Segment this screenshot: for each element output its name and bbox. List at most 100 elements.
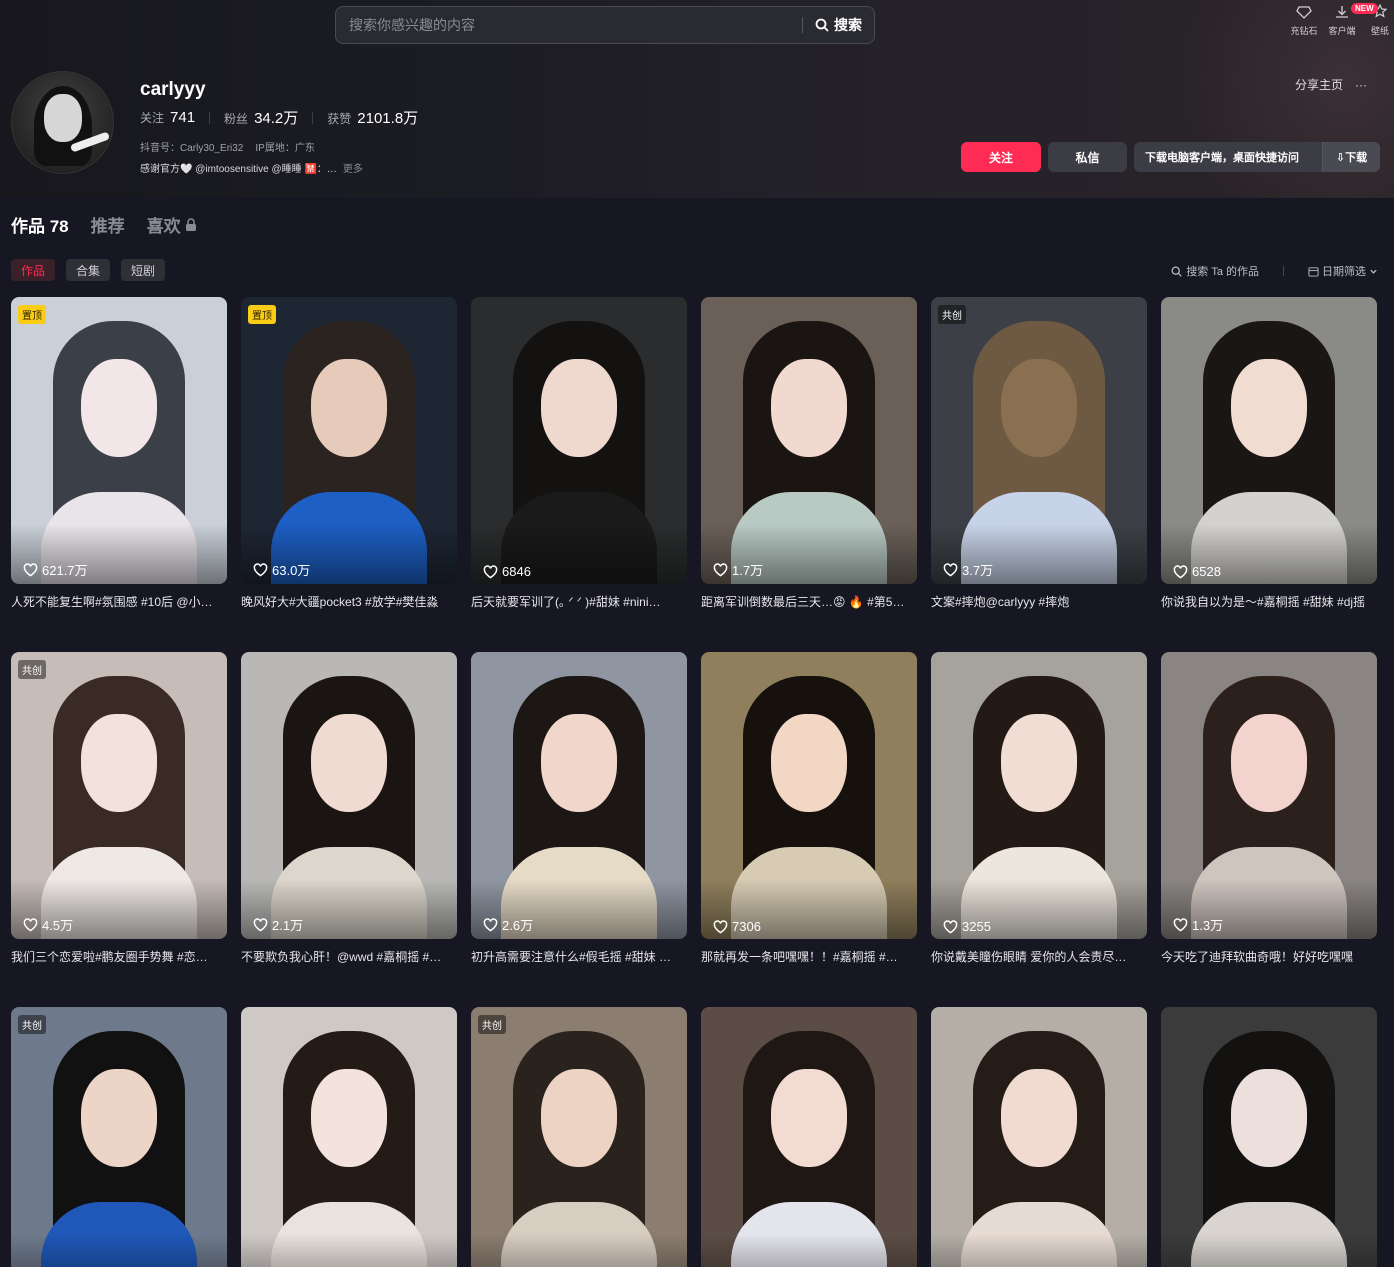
video-card[interactable]: 共创 5.2万 #鱼子摇3 #双人转场: [471, 1007, 687, 1267]
fans-count: 34.2万: [254, 110, 299, 127]
video-card[interactable]: 共创 4.5万 我们三个恋爱啦#鹏友圈手势舞 #恋…: [11, 652, 227, 965]
heart-icon: [1173, 917, 1188, 931]
video-card[interactable]: 3255 你说戴美瞳伤眼睛 爱你的人会责尽…: [931, 652, 1147, 965]
top-nav-label: 充钻石: [1290, 26, 1318, 36]
video-caption[interactable]: 你说戴美瞳伤眼睛 爱你的人会责尽…: [931, 948, 1147, 965]
chevron-down-icon: [1370, 269, 1377, 274]
video-thumbnail[interactable]: 1.7万: [701, 297, 917, 584]
video-card[interactable]: 6846 后天就要军训了(｡ ᐟ ᐟ )#甜妹 #nini…: [471, 297, 687, 610]
top-nav: 充钻石 客户端 壁纸: [1290, 4, 1394, 37]
video-thumbnail[interactable]: 2.1万: [241, 652, 457, 939]
video-caption[interactable]: 今天吃了迪拜软曲奇哦！好好吃嘿嘿: [1161, 948, 1377, 965]
search-input[interactable]: [336, 7, 802, 43]
video-likes: 63.0万: [253, 560, 310, 579]
date-filter-button[interactable]: 日期筛选: [1308, 263, 1378, 279]
video-likes-count: 621.7万: [42, 563, 88, 578]
video-card[interactable]: 9.9万 我不仅不乖 还死性不改#卡点 #可啦…: [241, 1007, 457, 1267]
tab-works[interactable]: 作品 78: [11, 212, 69, 237]
fans-stat[interactable]: 粉丝 34.2万: [224, 107, 298, 128]
more-icon[interactable]: ···: [1355, 78, 1367, 92]
video-card[interactable]: 共创 3.7万 文案#摔炮@carlyyy #摔炮: [931, 297, 1147, 610]
profile-stats: 关注 741 粉丝 34.2万 获赞 2101.8万: [140, 107, 418, 128]
tab-likes[interactable]: 喜欢: [147, 212, 197, 237]
video-card[interactable]: 共创 1.5万 重新穿上校服还可以看到你眉眼弯弯…: [11, 1007, 227, 1267]
video-likes-count: 1.7万: [732, 563, 764, 578]
video-card[interactable]: 置顶 621.7万 人死不能复生啊#氛围感 #10后 @小…: [11, 297, 227, 610]
search-icon: [815, 18, 829, 32]
video-likes: 2.6万: [483, 915, 533, 934]
video-thumbnail[interactable]: 置顶 63.0万: [241, 297, 457, 584]
diamond-icon: [1296, 6, 1312, 19]
avatar[interactable]: [11, 71, 114, 174]
video-thumbnail[interactable]: 6846: [471, 297, 687, 584]
video-likes: 2.1万: [253, 915, 303, 934]
video-thumbnail[interactable]: 9858: [931, 1007, 1147, 1267]
tab-recommend[interactable]: 推荐: [91, 212, 125, 237]
following-stat[interactable]: 关注 741: [140, 109, 195, 126]
video-card[interactable]: 5429 赶上末班车了…#今天长这样: [1161, 1007, 1377, 1267]
fans-label: 粉丝: [224, 112, 249, 126]
video-thumbnail[interactable]: 共创 3.7万: [931, 297, 1147, 584]
profile-bio: 感谢官方🤍 @imtoosensitive @睡睡 🈲：… 更多: [140, 160, 363, 175]
chip-works[interactable]: 作品: [11, 259, 56, 281]
video-likes: 7306: [713, 919, 761, 934]
video-card[interactable]: 2.1万 不要欺负我心肝！@wwd #嘉桐摇 #…: [241, 652, 457, 965]
video-caption[interactable]: 那就再发一条吧嘿嘿！！#嘉桐摇 #…: [701, 948, 917, 965]
chip-collections[interactable]: 合集: [66, 259, 111, 281]
video-thumbnail[interactable]: 置顶 621.7万: [11, 297, 227, 584]
video-thumbnail[interactable]: 共创 5.2万: [471, 1007, 687, 1267]
video-likes: 6846: [483, 564, 531, 579]
video-card[interactable]: 9858 呦呦呦！#甜妹 #手势舞 #宫蝶睡衣#…: [931, 1007, 1147, 1267]
video-card[interactable]: 1.3万 今天吃了迪拜软曲奇哦！好好吃嘿嘿: [1161, 652, 1377, 965]
video-thumbnail[interactable]: 1.3万: [1161, 652, 1377, 939]
video-thumbnail[interactable]: 共创 4.5万: [11, 652, 227, 939]
heart-icon: [713, 562, 728, 576]
search-works-button[interactable]: 搜索 Ta 的作品: [1171, 263, 1259, 279]
profile-name: carlyyy: [140, 79, 206, 100]
follow-button[interactable]: 关注: [961, 142, 1041, 172]
video-caption[interactable]: 我们三个恋爱啦#鹏友圈手势舞 #恋…: [11, 948, 227, 965]
video-likes-count: 6528: [1192, 564, 1221, 579]
video-caption[interactable]: 距离军训倒数最后三天…😡 🔥 #第5…: [701, 593, 917, 610]
video-card[interactable]: 1.7万 距离军训倒数最后三天…😡 🔥 #第5…: [701, 297, 917, 610]
new-badge: NEW: [1351, 3, 1378, 14]
video-card[interactable]: 2.6万 初升高需要注意什么#假毛摇 #甜妹 …: [471, 652, 687, 965]
video-card[interactable]: 7306 那就再发一条吧嘿嘿！！#嘉桐摇 #…: [701, 652, 917, 965]
bio-more-link[interactable]: 更多: [343, 160, 363, 175]
heart-icon: [1173, 564, 1188, 578]
video-thumbnail[interactable]: 7306: [701, 652, 917, 939]
video-likes: 3.7万: [943, 560, 993, 579]
chip-short-drama[interactable]: 短剧: [121, 259, 166, 281]
video-card[interactable]: 置顶 63.0万 晚风好大#大疆pocket3 #放学#樊佳淼: [241, 297, 457, 610]
download-icon: [1336, 6, 1348, 18]
video-caption[interactable]: 后天就要军训了(｡ ᐟ ᐟ )#甜妹 #nini…: [471, 593, 687, 610]
video-thumbnail[interactable]: 共创 1.5万: [11, 1007, 227, 1267]
video-card[interactable]: 6528 你说我自以为是～#嘉桐摇 #甜妹 #dj摇: [1161, 297, 1377, 610]
search-button-label: 搜索: [834, 17, 862, 33]
download-button[interactable]: ⇩下载: [1322, 142, 1380, 172]
download-client-button[interactable]: 下载电脑客户端，桌面快捷访问 ⇩下载: [1134, 142, 1380, 172]
video-card[interactable]: 6084 今天戴了个美瞳hh…感觉有点大😵‍💫 #…: [701, 1007, 917, 1267]
video-caption[interactable]: 不要欺负我心肝！@wwd #嘉桐摇 #…: [241, 948, 457, 965]
video-caption[interactable]: 你说我自以为是～#嘉桐摇 #甜妹 #dj摇: [1161, 593, 1377, 610]
top-nav-diamond[interactable]: 充钻石: [1290, 4, 1318, 37]
pinned-badge: 置顶: [18, 305, 46, 324]
search-button[interactable]: 搜索: [803, 15, 874, 35]
video-thumbnail[interactable]: 6528: [1161, 297, 1377, 584]
heart-icon: [483, 917, 498, 931]
video-thumbnail[interactable]: 6084: [701, 1007, 917, 1267]
video-thumbnail[interactable]: 9.9万: [241, 1007, 457, 1267]
video-caption[interactable]: 文案#摔炮@carlyyy #摔炮: [931, 593, 1147, 610]
share-button[interactable]: 分享主页: [1295, 76, 1343, 93]
video-thumbnail[interactable]: 3255: [931, 652, 1147, 939]
video-caption[interactable]: 人死不能复生啊#氛围感 #10后 @小…: [11, 593, 227, 610]
heart-icon: [253, 917, 268, 931]
video-caption[interactable]: 初升高需要注意什么#假毛摇 #甜妹 …: [471, 948, 687, 965]
heart-icon: [943, 562, 958, 576]
heart-icon: [943, 919, 958, 933]
video-caption[interactable]: 晚风好大#大疆pocket3 #放学#樊佳淼: [241, 593, 457, 610]
message-button[interactable]: 私信: [1048, 142, 1127, 172]
video-thumbnail[interactable]: 2.6万: [471, 652, 687, 939]
following-label: 关注: [140, 111, 165, 125]
video-thumbnail[interactable]: 5429: [1161, 1007, 1377, 1267]
